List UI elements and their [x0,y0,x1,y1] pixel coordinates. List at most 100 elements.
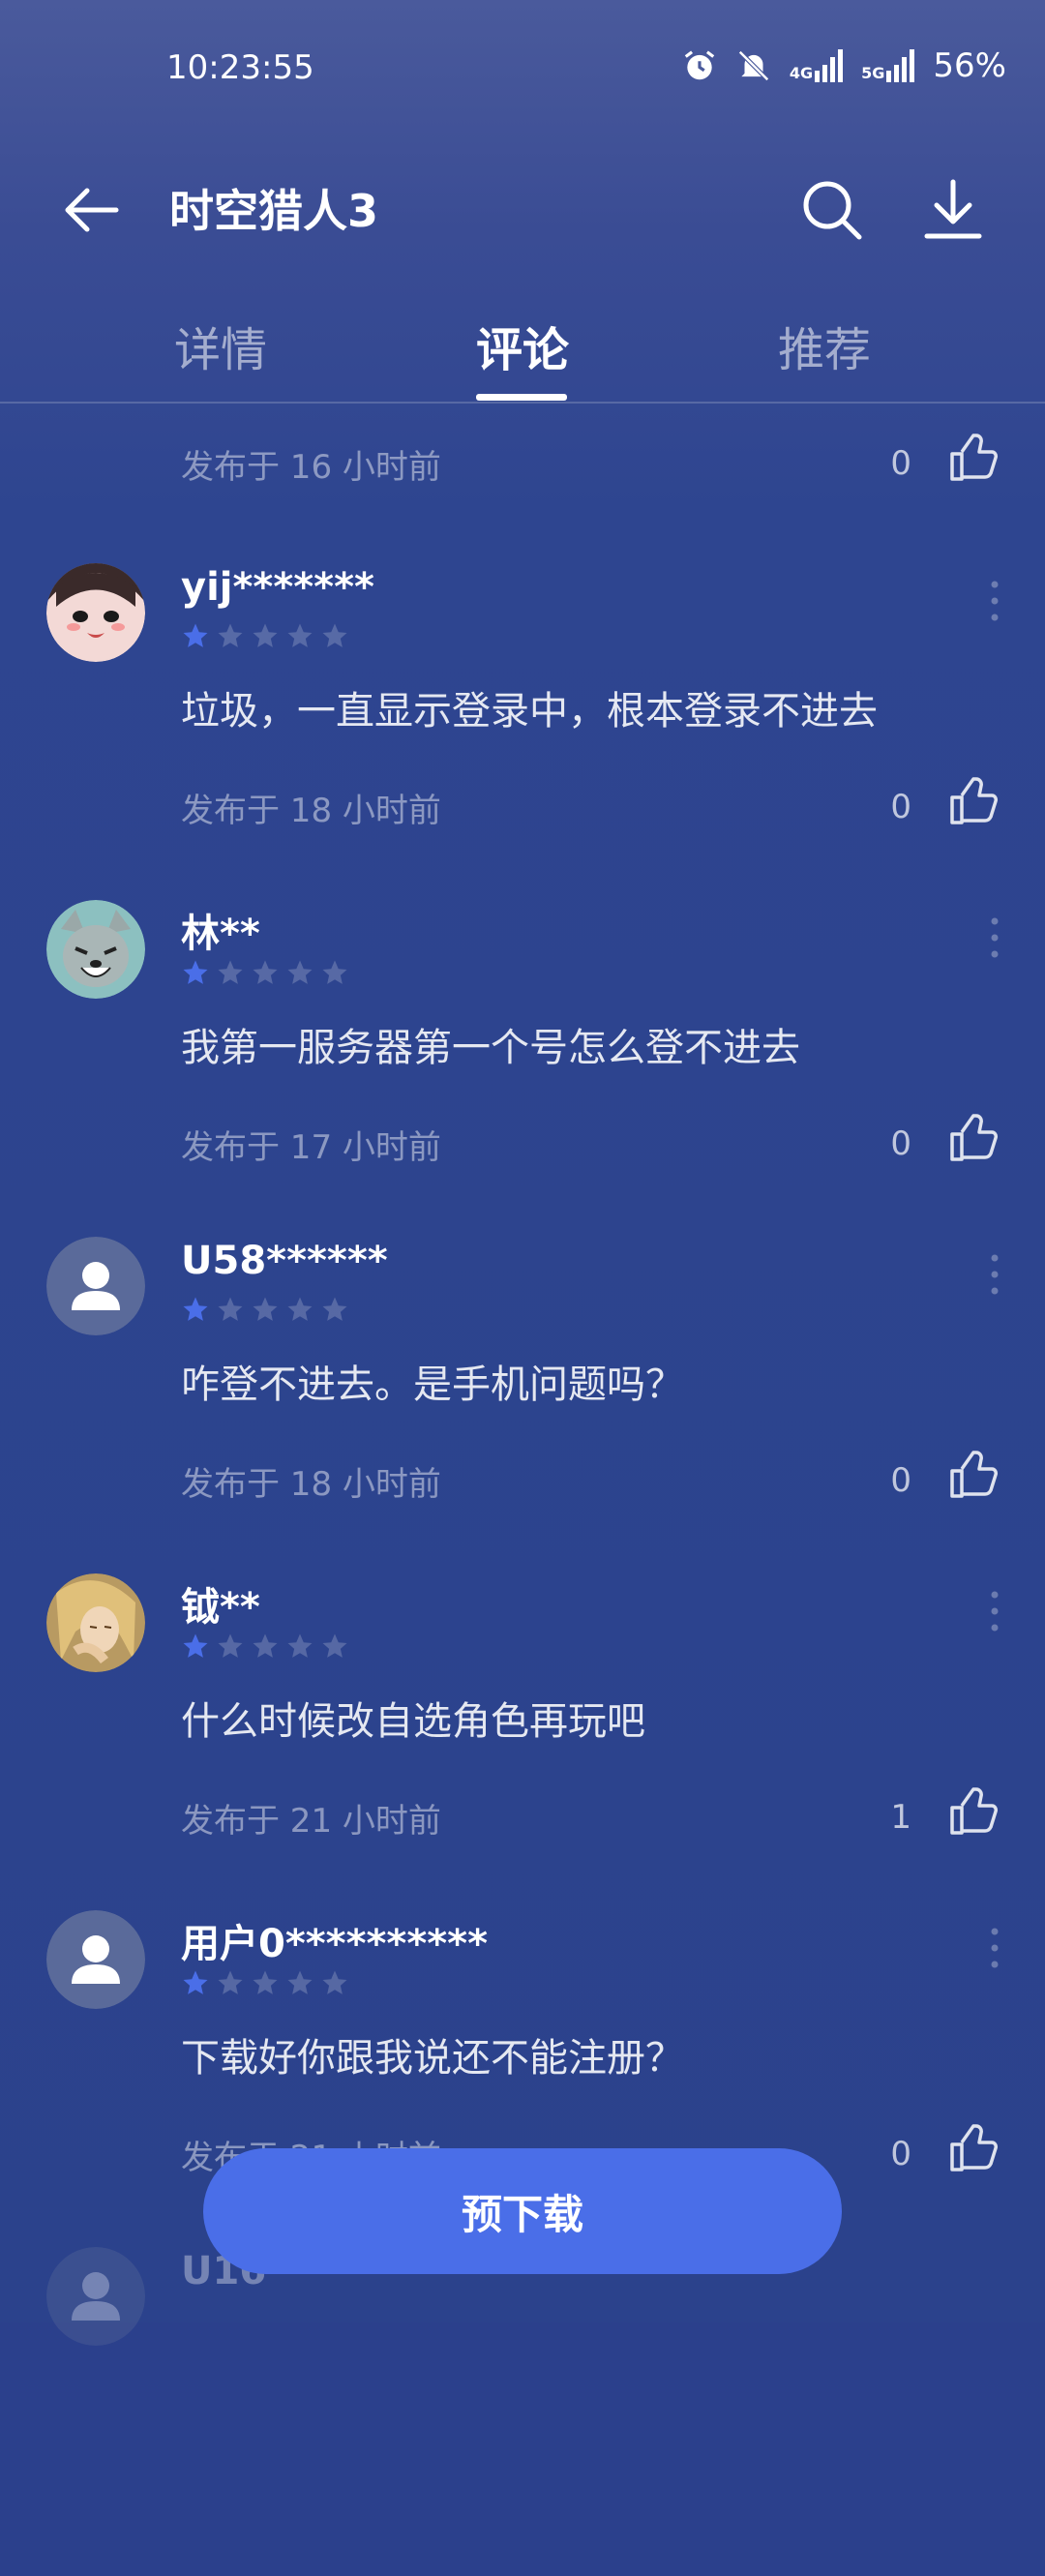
rating-stars [181,1295,349,1324]
rating-stars [181,1968,349,1997]
avatar[interactable] [46,2247,145,2346]
star-empty-icon [253,1970,278,1994]
thumbs-up-icon[interactable] [946,1784,1000,1839]
back-button[interactable] [58,176,126,244]
comment-text: 什么时候改自选角色再玩吧 [181,1699,645,1744]
star-empty-icon [218,1633,243,1658]
like-count: 1 [890,1798,911,1837]
username: 林** [181,912,260,956]
avatar[interactable] [46,563,145,662]
tab-active-indicator [476,394,567,401]
comment-item: yij******* 垃圾，一直显示登录中，根本登录不进去 发布于 18 小时前… [0,563,1045,892]
thumbs-up-icon[interactable] [946,1448,1000,1502]
app-header: 时空猎人3 [0,155,1045,261]
username: U58****** [181,1239,388,1283]
comment-meta: 发布于 21 小时前 1 [0,1784,1045,1852]
thumbs-up-icon[interactable] [946,774,1000,828]
comment-text: 我第一服务器第一个号怎么登不进去 [181,1026,800,1070]
thumbs-up-icon[interactable] [946,431,1000,485]
tab-recommend[interactable]: 推荐 [778,312,871,379]
comment-item: 林** 我第一服务器第一个号怎么登不进去 发布于 17 小时前 0 [0,900,1045,1229]
username: 钺** [181,1585,260,1630]
arrow-left-icon [65,188,119,232]
star-filled-icon [183,1297,208,1321]
star-empty-icon [218,623,243,647]
comment-text: 垃圾，一直显示登录中，根本登录不进去 [181,689,878,734]
more-options-icon[interactable] [987,577,1002,625]
comment-meta-partial: 发布于 16 小时前 0 [0,431,1045,498]
comment-text: 咋登不进去。是手机问题吗？ [181,1363,684,1407]
rating-stars [181,621,349,650]
star-empty-icon [322,1970,347,1994]
download-button[interactable] [919,176,987,244]
search-icon [803,181,862,240]
status-bar: 10:23:55 4G 5G 56% [0,0,1045,135]
thumbs-up-icon[interactable] [946,2121,1000,2175]
comment-time: 发布于 18 小时前 [181,1465,441,1504]
mute-bell-icon [737,50,769,81]
star-filled-icon [183,960,208,984]
star-empty-icon [322,1297,347,1321]
star-empty-icon [287,623,313,647]
comment-time: 发布于 18 小时前 [181,792,441,830]
comment-time: 发布于 17 小时前 [181,1128,441,1167]
star-empty-icon [253,960,278,984]
pre-download-button[interactable]: 预下载 [203,2148,842,2274]
alarm-icon [684,50,715,80]
page-title: 时空猎人3 [169,185,379,237]
avatar[interactable] [46,900,145,999]
more-options-icon[interactable] [987,914,1002,962]
comment-text: 下载好你跟我说还不能注册？ [181,2036,684,2081]
like-count: 0 [890,1124,911,1163]
more-options-icon[interactable] [987,1924,1002,1972]
avatar[interactable] [46,1910,145,2009]
star-empty-icon [253,1297,278,1321]
like-count: 0 [890,1461,911,1500]
comment-time: 发布于 16 小时前 [181,448,441,487]
more-options-icon[interactable] [987,1587,1002,1635]
rating-stars [181,958,349,987]
rating-stars [181,1632,349,1661]
star-empty-icon [287,1970,313,1994]
avatar[interactable] [46,1573,145,1672]
more-options-icon[interactable] [987,1250,1002,1299]
tab-bar: 详情 评论 推荐 [0,290,1045,404]
tab-comments[interactable]: 评论 [476,312,569,379]
star-empty-icon [287,1297,313,1321]
star-filled-icon [183,1633,208,1658]
comment-meta: 发布于 18 小时前 0 [0,774,1045,842]
comment-time: 发布于 21 小时前 [181,1802,441,1841]
download-icon [924,179,982,239]
star-empty-icon [287,1633,313,1658]
star-empty-icon [218,1297,243,1321]
status-time: 10:23:55 [166,48,314,87]
star-empty-icon [218,960,243,984]
like-count: 0 [890,788,911,826]
tab-details[interactable]: 详情 [174,312,267,379]
star-empty-icon [287,960,313,984]
signal-4g-icon: 4G [790,49,844,82]
username: 用户0********** [181,1922,489,1966]
avatar[interactable] [46,1237,145,1335]
comment-meta: 发布于 17 小时前 0 [0,1111,1045,1179]
star-empty-icon [218,1970,243,1994]
comment-item-partial: U16 [0,2247,1045,2576]
status-icons: 4G 5G 56% [681,46,1006,85]
star-filled-icon [183,1970,208,1994]
comment-meta: 发布于 18 小时前 0 [0,1448,1045,1515]
star-filled-icon [183,623,208,647]
signal-5g-icon: 5G [861,49,915,82]
comment-item: U58****** 咋登不进去。是手机问题吗？ 发布于 18 小时前 0 [0,1237,1045,1566]
star-empty-icon [253,1633,278,1658]
star-empty-icon [322,960,347,984]
star-empty-icon [253,623,278,647]
username: yij******* [181,565,374,610]
like-count: 0 [890,2135,911,2173]
battery-level: 56% [933,46,1006,85]
search-button[interactable] [798,176,866,244]
like-count: 0 [890,444,911,483]
star-empty-icon [322,1633,347,1658]
star-empty-icon [322,623,347,647]
thumbs-up-icon[interactable] [946,1111,1000,1165]
comment-item: 钺** 什么时候改自选角色再玩吧 发布于 21 小时前 1 [0,1573,1045,1902]
